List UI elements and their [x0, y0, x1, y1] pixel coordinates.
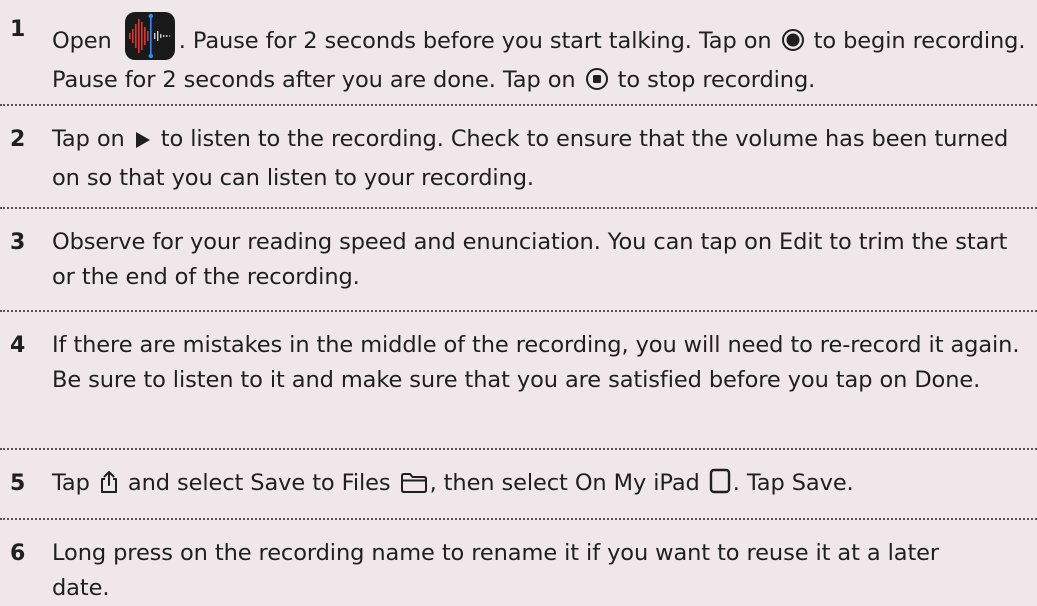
folder-icon	[400, 470, 428, 505]
step-number: 6	[10, 541, 26, 566]
stop-icon	[585, 67, 609, 102]
step-text: Observe for your reading speed and enunc…	[52, 229, 1008, 290]
divider	[0, 104, 1037, 106]
share-icon	[99, 470, 119, 505]
step-number: 5	[10, 471, 26, 496]
voice-memos-app-icon	[124, 12, 175, 60]
ipad-icon	[709, 468, 731, 505]
divider	[0, 518, 1037, 520]
divider	[0, 448, 1037, 450]
step-text: Tap and select Save to Files , then sele…	[52, 466, 1027, 505]
record-icon	[781, 28, 805, 63]
step-number: 3	[10, 230, 26, 255]
divider	[0, 310, 1037, 312]
step-text: Tap on to listen to the recording. Check…	[52, 126, 1009, 191]
step-number: 1	[10, 17, 26, 42]
divider	[0, 207, 1037, 209]
play-icon	[134, 126, 152, 161]
step-text: Long press on the recording name to rena…	[52, 540, 940, 601]
step-number: 4	[10, 333, 26, 358]
step-text: If there are mistakes in the middle of t…	[52, 332, 1020, 393]
step-number: 2	[10, 127, 26, 152]
step-text: Open . Pause for 2 seconds before you st…	[52, 12, 1027, 102]
